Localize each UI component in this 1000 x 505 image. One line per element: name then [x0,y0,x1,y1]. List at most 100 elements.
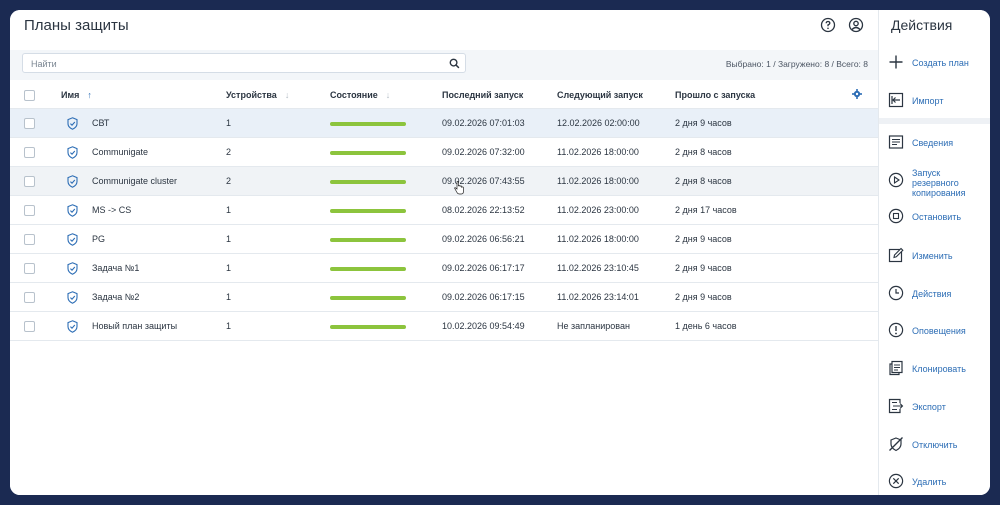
plan-devices: 1 [226,263,232,273]
column-header-last-run[interactable]: Последний запуск [442,90,523,100]
row-checkbox[interactable] [24,234,35,245]
plan-since-run: 2 дня 9 часов [675,292,732,302]
details-button[interactable]: Сведения [888,134,988,162]
row-checkbox[interactable] [24,205,35,216]
plan-since-run: 2 дня 9 часов [675,118,732,128]
plan-last-run: 10.02.2026 09:54:49 [442,321,525,331]
plan-devices: 1 [226,234,232,244]
row-checkbox[interactable] [24,292,35,303]
column-header-devices[interactable]: Устройства ↓ [226,90,289,100]
plan-last-run: 09.02.2026 07:01:03 [442,118,525,128]
export-button[interactable]: Экспорт [888,398,988,426]
plan-name: Communigate [92,147,149,157]
edit-button[interactable]: Изменить [888,247,988,275]
table-row[interactable]: Communigate 2 09.02.2026 07:32:00 11.02.… [10,138,878,167]
shield-icon [67,233,78,246]
plan-last-run: 08.02.2026 22:13:52 [442,205,525,215]
disable-button[interactable]: Отключить [888,436,988,464]
run-backup-button[interactable]: Запуск резервного копирования [888,168,988,202]
shield-icon [67,291,78,304]
plan-since-run: 2 дня 9 часов [675,263,732,273]
hand-cursor-icon [454,181,464,195]
table-row[interactable]: Задача №1 1 09.02.2026 06:17:17 11.02.20… [10,254,878,283]
select-all-checkbox[interactable] [24,90,35,101]
delete-button[interactable]: Удалить [888,473,988,495]
table-row[interactable]: PG 1 09.02.2026 06:56:21 11.02.2026 18:0… [10,225,878,254]
user-account-icon[interactable] [848,17,864,33]
clock-icon [888,285,904,301]
status-bar [330,325,406,329]
activities-button[interactable]: Действия [888,285,988,313]
column-header-next-run[interactable]: Следующий запуск [557,90,643,100]
disable-icon [889,437,903,452]
plan-next-run: Не запланирован [557,321,630,331]
plan-name: Задача №1 [92,263,140,273]
plan-name: Задача №2 [92,292,140,302]
main-panel: Планы защиты Выбрано: 1 / Загружено: 8 [10,10,878,495]
plan-next-run: 11.02.2026 18:00:00 [557,234,639,244]
details-icon [888,135,904,149]
status-bar [330,122,406,126]
plan-devices: 1 [226,292,232,302]
clone-button[interactable]: Клонировать [888,360,988,388]
row-checkbox[interactable] [24,321,35,332]
table-header: Имя ↑ Устройства ↓ Состояние ↓ Последний за… [10,82,878,109]
row-checkbox[interactable] [24,118,35,129]
plan-since-run: 2 дня 17 часов [675,205,737,215]
table-row[interactable]: СВТ 1 09.02.2026 07:01:03 12.02.2026 02:… [10,109,878,138]
plan-next-run: 11.02.2026 23:00:00 [557,205,639,215]
row-checkbox[interactable] [24,176,35,187]
shield-icon [67,262,78,275]
plan-devices: 1 [226,205,232,215]
plans-table-body: СВТ 1 09.02.2026 07:01:03 12.02.2026 02:… [10,109,878,341]
column-header-status[interactable]: Состояние ↓ [330,90,390,100]
plan-devices: 1 [226,118,232,128]
app-window: Планы защиты Выбрано: 1 / Загружено: 8 [10,10,990,495]
edit-icon [888,247,904,263]
column-header-name[interactable]: Имя ↑ [61,90,92,100]
plan-since-run: 1 день 6 часов [675,321,737,331]
gear-icon[interactable] [852,89,862,99]
search-field [22,53,466,73]
plan-name: Communigate cluster [92,176,178,186]
plan-last-run: 09.02.2026 07:32:00 [442,147,525,157]
shield-icon [67,204,78,217]
status-bar [330,209,406,213]
table-row[interactable]: Задача №2 1 09.02.2026 06:17:15 11.02.20… [10,283,878,312]
export-icon [888,398,904,414]
table-row[interactable]: MS -> CS 1 08.02.2026 22:13:52 11.02.202… [10,196,878,225]
selection-counts: Выбрано: 1 / Загружено: 8 / Всего: 8 [725,59,868,69]
plan-since-run: 2 дня 8 часов [675,147,732,157]
table-row[interactable]: Новый план защиты 1 10.02.2026 09:54:49 … [10,312,878,341]
import-button[interactable]: Импорт [888,92,988,120]
plan-devices: 1 [226,321,232,331]
plan-name: СВТ [92,118,110,128]
table-row[interactable]: Communigate cluster 2 09.02.2026 07:43:5… [10,167,878,196]
shield-icon [67,175,78,188]
play-icon [888,172,904,188]
import-icon [888,92,904,108]
plan-next-run: 11.02.2026 18:00:00 [557,147,639,157]
plan-next-run: 11.02.2026 18:00:00 [557,176,639,186]
status-bar [330,296,406,300]
stop-button[interactable]: Остановить [888,208,988,236]
alert-icon [888,322,904,338]
plan-name: MS -> CS [92,205,132,215]
create-plan-button[interactable]: Создать план [888,54,988,82]
page-title: Планы защиты [24,17,129,34]
plan-since-run: 2 дня 9 часов [675,234,732,244]
search-icon[interactable] [449,58,460,69]
plan-next-run: 11.02.2026 23:14:01 [557,292,639,302]
alerts-button[interactable]: Оповещения [888,322,988,350]
row-checkbox[interactable] [24,147,35,158]
shield-icon [67,146,78,159]
search-input[interactable] [29,56,433,72]
status-bar [330,238,406,242]
status-bar [330,267,406,271]
plan-next-run: 11.02.2026 23:10:45 [557,263,639,273]
column-header-since-run[interactable]: Прошло с запуска [675,90,755,100]
row-checkbox[interactable] [24,263,35,274]
help-icon[interactable] [820,17,836,33]
status-bar [330,180,406,184]
plan-since-run: 2 дня 8 часов [675,176,732,186]
